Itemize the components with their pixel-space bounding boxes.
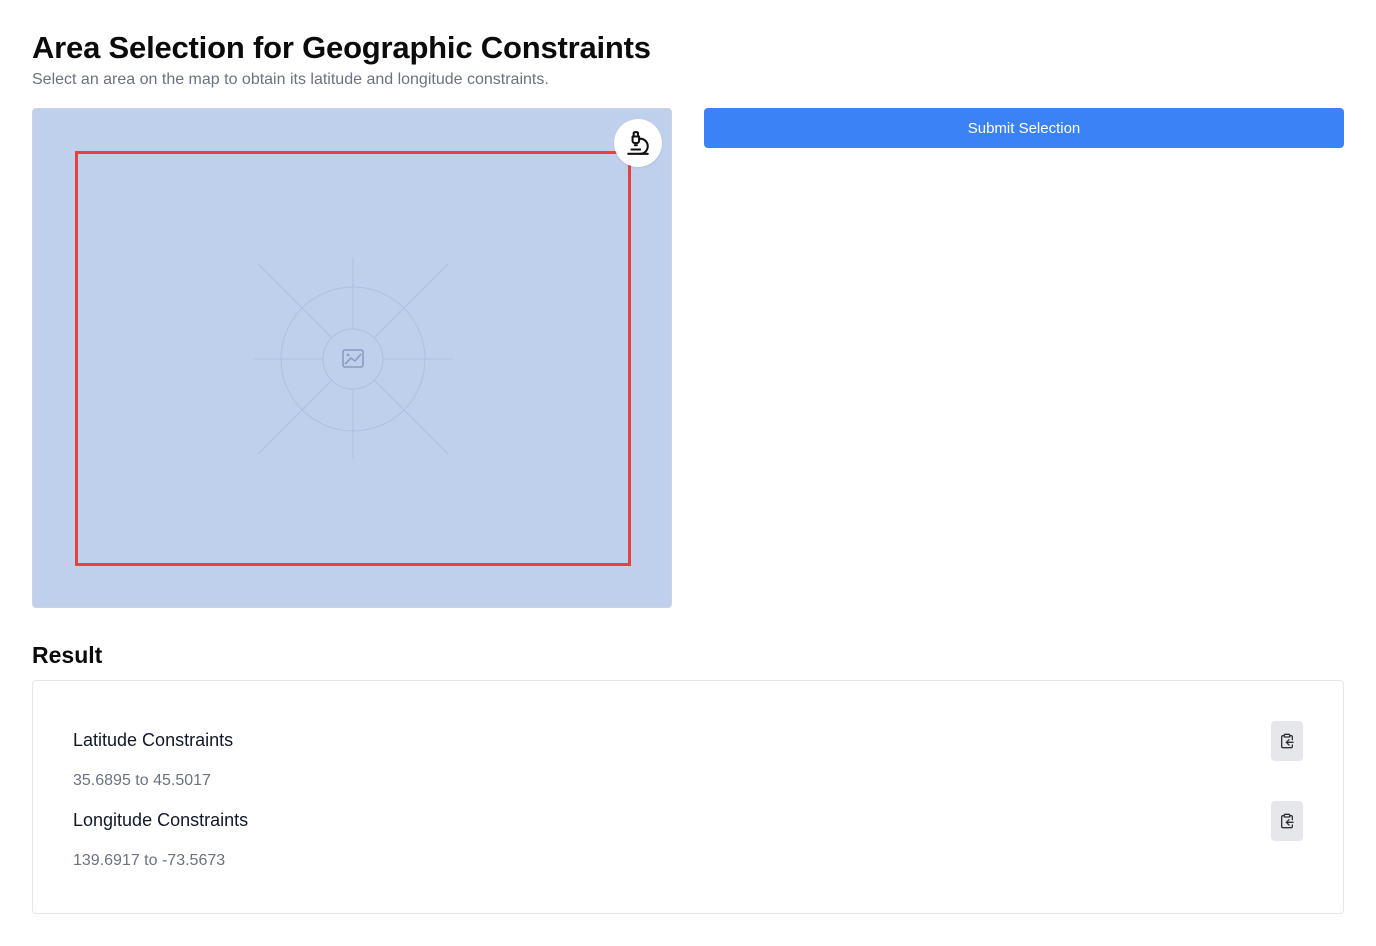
map-area[interactable] [32, 108, 672, 608]
selection-rectangle[interactable] [75, 151, 631, 566]
clipboard-copy-icon [1281, 813, 1294, 829]
longitude-title: Longitude Constraints [73, 810, 249, 830]
copy-latitude-button[interactable] [1271, 721, 1303, 761]
latitude-value: 35.6895 to 45.5017 [73, 772, 211, 789]
microscope-icon [627, 131, 649, 155]
map-tool-button[interactable] [614, 119, 662, 167]
page-subtitle: Select an area on the map to obtain its … [32, 71, 549, 88]
result-heading: Result [32, 642, 103, 668]
submit-selection-button[interactable]: Submit Selection [704, 108, 1344, 148]
copy-longitude-button[interactable] [1271, 801, 1303, 841]
longitude-value: 139.6917 to -73.5673 [73, 852, 226, 869]
result-card: Latitude Constraints 35.6895 to 45.5017 … [32, 680, 1344, 914]
page-title: Area Selection for Geographic Constraint… [32, 30, 651, 65]
clipboard-copy-icon [1281, 733, 1294, 749]
latitude-title: Latitude Constraints [73, 730, 234, 750]
